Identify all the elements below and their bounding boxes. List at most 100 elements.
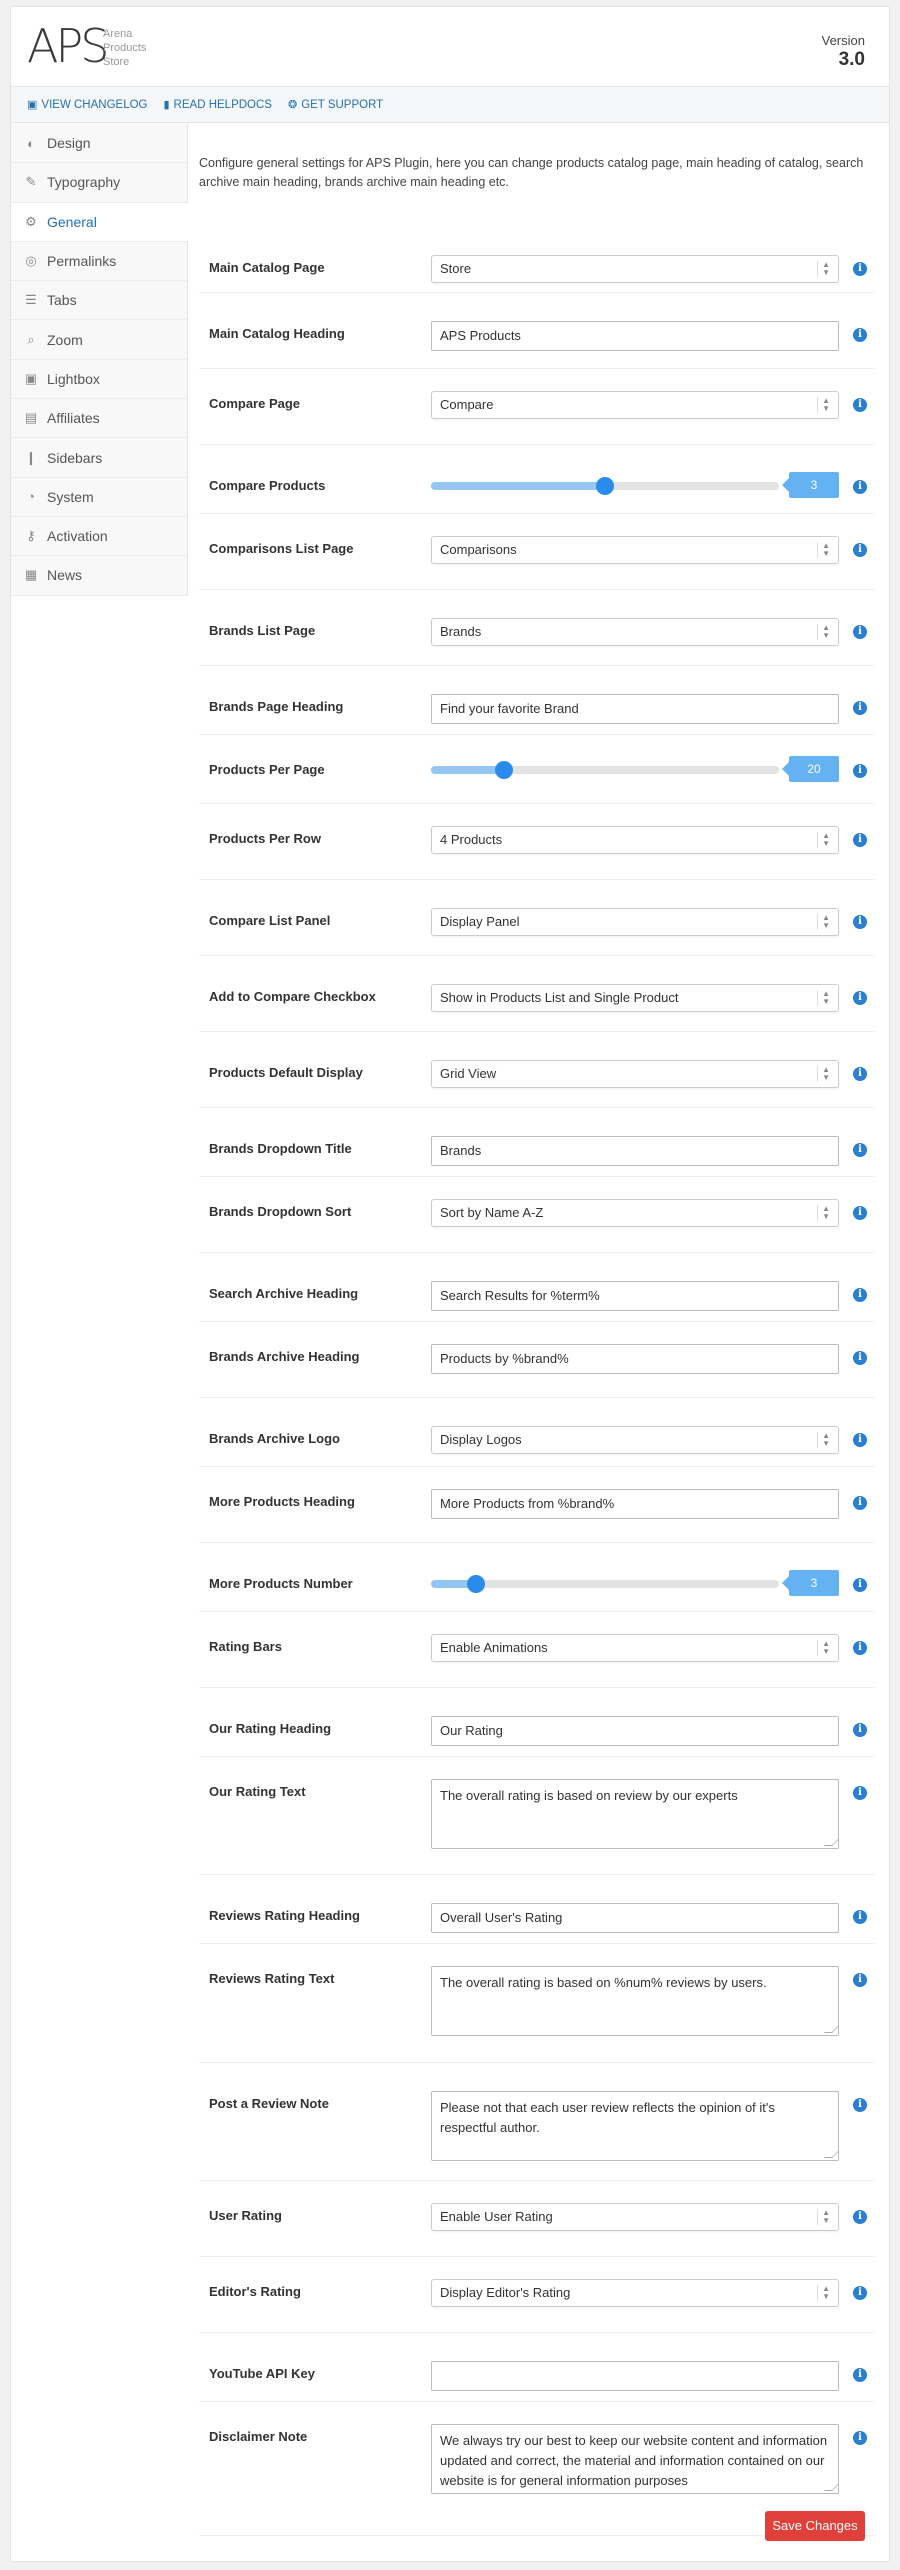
setting-control: APS Products xyxy=(431,321,839,351)
info-icon[interactable]: i xyxy=(853,480,867,494)
sidebar-item-sidebars[interactable]: ❙ Sidebars xyxy=(11,438,187,478)
get-support-link[interactable]: ❂ GET SUPPORT xyxy=(288,98,384,112)
info-icon[interactable]: i xyxy=(853,625,867,639)
main-catalog-page-select[interactable]: Store ▲ ▼ xyxy=(431,255,839,283)
info-icon[interactable]: i xyxy=(853,262,867,276)
add-to-compare-select[interactable]: Show in Products List and Single Product… xyxy=(431,984,839,1012)
info-icon[interactable]: i xyxy=(853,1578,867,1592)
read-helpdocs-link[interactable]: ▮ READ HELPDOCS xyxy=(163,98,271,112)
products-per-page-slider[interactable]: 20 xyxy=(431,755,839,783)
sidebar-item-design[interactable]: ◐ Design xyxy=(11,124,187,164)
sidebar-item-news[interactable]: ▦ News xyxy=(11,556,187,596)
more-products-heading-input[interactable]: More Products from %brand% xyxy=(431,1489,839,1519)
brands-dropdown-sort-select[interactable]: Sort by Name A-Z ▲ ▼ xyxy=(431,1199,839,1227)
info-icon[interactable]: i xyxy=(853,2368,867,2382)
youtube-api-key-input[interactable] xyxy=(431,2361,839,2391)
select-value: Store xyxy=(440,261,472,276)
resize-grip-icon[interactable] xyxy=(824,2483,838,2491)
sidebar-item-tabs[interactable]: ☰ Tabs xyxy=(11,281,187,321)
slider-handle[interactable] xyxy=(467,1575,486,1593)
rating-bars-select[interactable]: Enable Animations ▲ ▼ xyxy=(431,1634,839,1662)
setting-row-editors-rating: Editor's Rating Display Editor's Rating ▲ ▼… xyxy=(199,2257,875,2333)
info-icon[interactable]: i xyxy=(853,915,867,929)
info-icon[interactable]: i xyxy=(853,398,867,412)
sidebar-item-lightbox[interactable]: ▣ Lightbox xyxy=(11,360,187,400)
info-icon[interactable]: i xyxy=(853,543,867,557)
info-icon[interactable]: i xyxy=(853,1496,867,1510)
brands-archive-heading-input[interactable]: Products by %brand% xyxy=(431,1344,839,1374)
products-default-display-select[interactable]: Grid View ▲ ▼ xyxy=(431,1060,839,1088)
slider-track[interactable] xyxy=(431,761,779,779)
post-review-note-textarea[interactable]: Please not that each user review reflect… xyxy=(431,2091,839,2161)
sidebar-item-permalinks[interactable]: ◎ Permalinks xyxy=(11,242,187,282)
updown-arrows-icon: ▲ ▼ xyxy=(817,397,830,413)
compare-page-select[interactable]: Compare ▲ ▼ xyxy=(431,391,839,419)
sidebar-item-general[interactable]: ⚙ General xyxy=(11,202,188,242)
setting-row-reviews-rating-text: Reviews Rating Text The overall rating is… xyxy=(199,1944,875,2063)
search-archive-heading-input[interactable]: Search Results for %term% xyxy=(431,1281,839,1311)
resize-grip-icon[interactable] xyxy=(824,2025,838,2033)
info-icon[interactable]: i xyxy=(853,1143,867,1157)
info-icon[interactable]: i xyxy=(853,1067,867,1081)
save-changes-button[interactable]: Save Changes xyxy=(765,2511,865,2541)
image-icon: ▣ xyxy=(24,370,38,386)
setting-control: Brands ▲ ▼ xyxy=(431,618,839,646)
sidebar-item-typography[interactable]: ✎ Typography xyxy=(11,163,187,203)
info-icon[interactable]: i xyxy=(853,2210,867,2224)
info-icon[interactable]: i xyxy=(853,328,867,342)
our-rating-heading-input[interactable]: Our Rating xyxy=(431,1716,839,1746)
resize-grip-icon[interactable] xyxy=(824,1838,838,1846)
info-icon[interactable]: i xyxy=(853,2431,867,2445)
compare-list-panel-select[interactable]: Display Panel ▲ ▼ xyxy=(431,908,839,936)
brands-dropdown-title-input[interactable]: Brands xyxy=(431,1136,839,1166)
info-icon[interactable]: i xyxy=(853,701,867,715)
info-icon[interactable]: i xyxy=(853,1910,867,1924)
info-icon[interactable]: i xyxy=(853,764,867,778)
setting-label: Brands Archive Heading xyxy=(209,1349,360,1364)
slider-handle[interactable] xyxy=(495,761,514,779)
sidebar-item-activation[interactable]: ⚷ Activation xyxy=(11,517,187,557)
info-icon[interactable]: i xyxy=(853,1206,867,1220)
user-rating-select[interactable]: Enable User Rating ▲ ▼ xyxy=(431,2203,839,2231)
slider-track[interactable] xyxy=(431,477,779,495)
brands-archive-logo-select[interactable]: Display Logos ▲ ▼ xyxy=(431,1426,839,1454)
sidebar-item-zoom[interactable]: ⌕ Zoom xyxy=(11,320,187,360)
reviews-rating-text-textarea[interactable]: The overall rating is based on %num% rev… xyxy=(431,1966,839,2036)
our-rating-text-textarea[interactable]: The overall rating is based on review by… xyxy=(431,1779,839,1849)
info-icon[interactable]: i xyxy=(853,2286,867,2300)
reviews-rating-heading-input[interactable]: Overall User's Rating xyxy=(431,1903,839,1933)
link-label: GET SUPPORT xyxy=(301,98,384,111)
disclaimer-note-textarea[interactable]: We always try our best to keep our websi… xyxy=(431,2424,839,2494)
main-catalog-heading-input[interactable]: APS Products xyxy=(431,321,839,351)
setting-label: Reviews Rating Heading xyxy=(209,1908,360,1923)
info-icon[interactable]: i xyxy=(853,1351,867,1365)
comparisons-list-page-select[interactable]: Comparisons ▲ ▼ xyxy=(431,536,839,564)
info-icon[interactable]: i xyxy=(853,1288,867,1302)
list-icon: ☰ xyxy=(25,292,37,308)
info-icon[interactable]: i xyxy=(853,1786,867,1800)
brands-page-heading-input[interactable]: Find your favorite Brand xyxy=(431,694,839,724)
more-products-number-slider[interactable]: 3 xyxy=(431,1569,839,1597)
updown-arrows-icon: ▲ ▼ xyxy=(817,1432,830,1448)
editors-rating-select[interactable]: Display Editor's Rating ▲ ▼ xyxy=(431,2279,839,2307)
info-icon[interactable]: i xyxy=(853,991,867,1005)
info-icon[interactable]: i xyxy=(853,1433,867,1447)
compare-products-slider[interactable]: 3 xyxy=(431,471,839,499)
select-value: Sort by Name A-Z xyxy=(440,1205,544,1220)
slider-handle[interactable] xyxy=(596,477,614,495)
setting-row-rating-bars: Rating Bars Enable Animations ▲ ▼ i xyxy=(199,1612,875,1688)
products-per-row-select[interactable]: 4 Products ▲ ▼ xyxy=(431,826,839,854)
setting-label: Our Rating Heading xyxy=(209,1721,332,1736)
sidebar-item-system[interactable]: ◔ System xyxy=(11,478,187,517)
textarea-value: The overall rating is based on review by… xyxy=(440,1788,738,1803)
info-icon[interactable]: i xyxy=(853,1723,867,1737)
info-icon[interactable]: i xyxy=(853,1641,867,1655)
brands-list-page-select[interactable]: Brands ▲ ▼ xyxy=(431,618,839,646)
info-icon[interactable]: i xyxy=(853,1973,867,1987)
slider-track[interactable] xyxy=(431,1575,779,1593)
info-icon[interactable]: i xyxy=(853,2098,867,2112)
view-changelog-link[interactable]: ▣ VIEW CHANGELOG xyxy=(27,98,147,112)
resize-grip-icon[interactable] xyxy=(824,2150,838,2158)
sidebar-item-affiliates[interactable]: ▤ Affiliates xyxy=(11,399,187,439)
info-icon[interactable]: i xyxy=(853,833,867,847)
